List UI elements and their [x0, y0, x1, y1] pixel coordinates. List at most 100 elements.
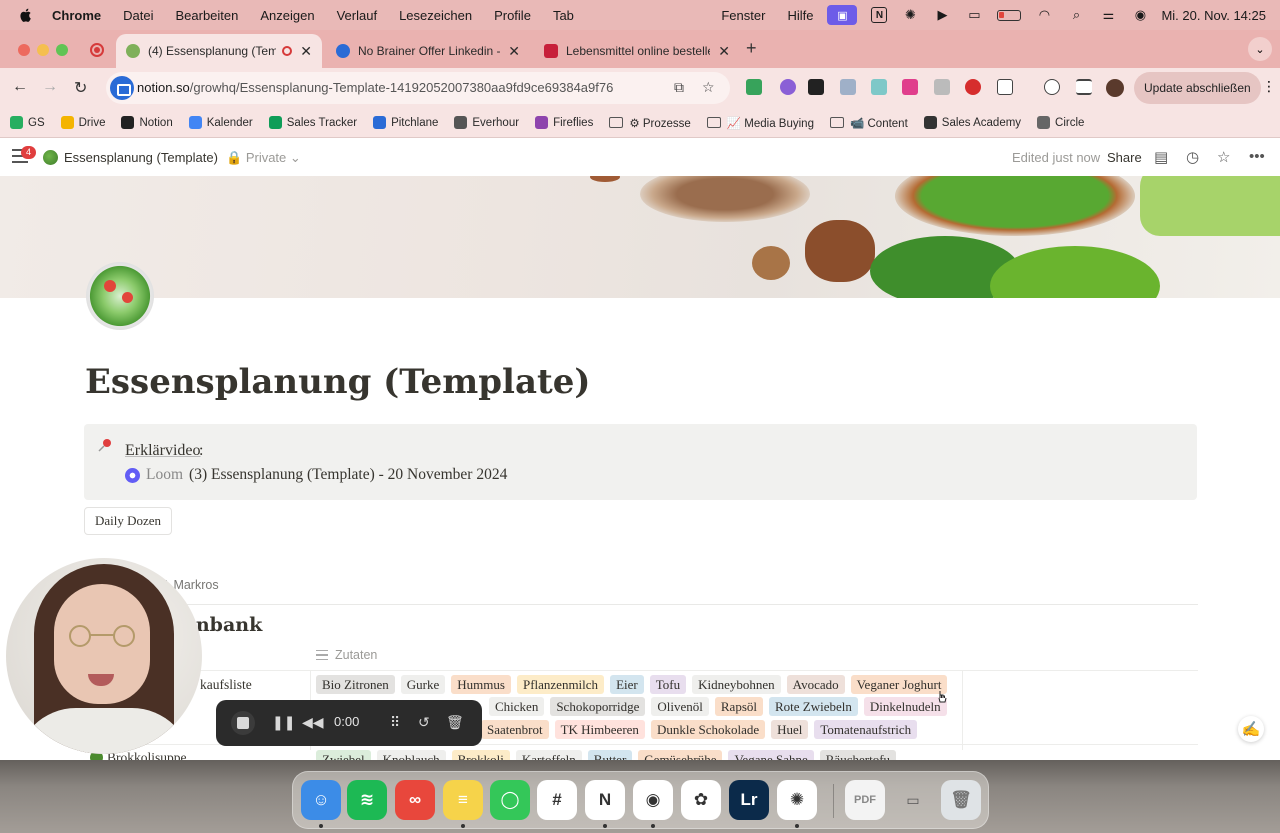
menu-verlauf[interactable]: Verlauf	[337, 8, 377, 23]
bookmark-9[interactable]: 📈 Media Buying	[706, 116, 814, 130]
window-minimize-button[interactable]	[37, 44, 49, 56]
menu-tab[interactable]: Tab	[553, 8, 574, 23]
menubar-clock[interactable]: Mi. 20. Nov. 14:25	[1161, 8, 1266, 23]
tab-close-icon[interactable]: ✕	[508, 43, 520, 60]
tab-close-icon[interactable]: ✕	[300, 43, 312, 60]
ingredient-tag[interactable]: Tofu	[649, 675, 687, 694]
ingredient-tag[interactable]: Veganer Joghurt	[850, 675, 948, 694]
control-center-icon[interactable]: ⚌	[1099, 7, 1117, 22]
screenshot-stack-icon[interactable]: ▭	[893, 780, 933, 820]
ingredient-tag[interactable]: Olivenöl	[651, 697, 709, 716]
extension-code-icon[interactable]	[840, 79, 856, 95]
favorite-star-icon[interactable]: ☆	[1217, 148, 1230, 166]
performance-icon[interactable]	[1044, 79, 1060, 95]
window-zoom-button[interactable]	[56, 44, 68, 56]
menu-profile[interactable]: Profile	[494, 8, 531, 23]
ingredient-tag[interactable]: Hummus	[451, 675, 511, 694]
ingredient-tag[interactable]: Pflanzenmilch	[516, 675, 605, 694]
wifi-icon[interactable]: ◠	[1035, 7, 1053, 22]
privacy-selector[interactable]: 🔒 Private ⌄	[226, 150, 301, 166]
drag-handle-icon[interactable]: ⠿	[390, 714, 400, 731]
extension-record-icon[interactable]	[965, 79, 981, 95]
ingredient-tag[interactable]: Bio Zitronen	[316, 675, 395, 694]
extensions-puzzle-icon[interactable]	[997, 79, 1013, 95]
bookmark-12[interactable]: Circle	[1037, 116, 1084, 129]
delete-trash-icon[interactable]: 🗑	[446, 714, 464, 731]
extension-camera-icon[interactable]	[934, 79, 950, 95]
ingredient-tag[interactable]: Eier	[610, 675, 644, 694]
column-header-zutaten[interactable]: Zutaten	[316, 648, 377, 662]
ingredient-tag[interactable]: Brokkoli	[451, 750, 510, 760]
loom-link[interactable]: Loom (3) Essensplanung (Template) - 20 N…	[125, 466, 507, 484]
chatgpt-dock-icon[interactable]: ✺	[777, 780, 817, 820]
ingredient-tag[interactable]: Knoblauch	[376, 750, 446, 760]
daily-dozen-button[interactable]: Daily Dozen	[84, 507, 173, 535]
screen-record-icon[interactable]: ▣	[827, 5, 858, 25]
tab-close-icon[interactable]: ✕	[718, 43, 730, 60]
webcam-bubble[interactable]	[6, 558, 202, 754]
slack-dock-icon[interactable]: #	[537, 780, 577, 820]
bookmark-star-icon[interactable]: ☆	[702, 79, 715, 96]
media-control-icon[interactable]	[1076, 79, 1092, 95]
bookmark-7[interactable]: Fireflies	[535, 116, 593, 129]
salad-page-emoji-icon[interactable]	[86, 262, 154, 330]
ingredient-tag[interactable]: Saatenbrot	[481, 720, 549, 739]
callout-title-link[interactable]: Erklärvideo	[125, 442, 201, 460]
display-icon[interactable]: ▭	[965, 7, 983, 22]
extension-teal-icon[interactable]	[871, 79, 887, 95]
menu-hilfe[interactable]: Hilfe	[787, 8, 813, 23]
extension-green-icon[interactable]	[746, 79, 762, 95]
menu-app-name[interactable]: Chrome	[52, 8, 101, 23]
menu-anzeigen[interactable]: Anzeigen	[260, 8, 314, 23]
messages-dock-icon[interactable]: ◯	[490, 780, 530, 820]
bookmark-8[interactable]: ⚙ Prozesse	[609, 116, 691, 130]
finder-dock-icon[interactable]: ☺	[301, 780, 341, 820]
bookmark-6[interactable]: Everhour	[454, 116, 519, 129]
openai-menubar-icon[interactable]: ✺	[901, 7, 919, 22]
ingredient-tag[interactable]: Chicken	[489, 697, 545, 716]
spotlight-search-icon[interactable]: ⌕	[1067, 7, 1085, 22]
profile-avatar[interactable]	[1106, 79, 1124, 97]
menu-bearbeiten[interactable]: Bearbeiten	[175, 8, 238, 23]
app-red-dock-icon[interactable]: ∞	[395, 780, 435, 820]
ingredient-tag[interactable]: Zwiebel	[316, 750, 371, 760]
spotify-dock-icon[interactable]: ≋	[347, 780, 387, 820]
lightroom-dock-icon[interactable]: Lr	[729, 780, 769, 820]
ingredient-tag[interactable]: TK Himbeeren	[554, 720, 645, 739]
pause-icon[interactable]: ❚❚	[272, 714, 295, 731]
back-arrow-icon[interactable]: ←	[12, 78, 28, 96]
ingredient-tag[interactable]: Vegane Sahne	[728, 750, 814, 760]
tab-search-chevron-icon[interactable]: ⌄	[1248, 37, 1272, 61]
menu-datei[interactable]: Datei	[123, 8, 153, 23]
ingredient-tag[interactable]: Rote Zwiebeln	[769, 697, 858, 716]
ingredient-tag[interactable]: Huel	[771, 720, 809, 739]
rewind-icon[interactable]: ◀◀	[302, 714, 324, 731]
comments-icon[interactable]: ▤	[1154, 148, 1168, 166]
extension-off-icon[interactable]	[902, 79, 918, 95]
chrome-menu-icon[interactable]: ⋮	[1262, 78, 1276, 95]
menu-lesezeichen[interactable]: Lesezeichen	[399, 8, 472, 23]
notion-ai-help-icon[interactable]: ✍	[1238, 716, 1264, 742]
ingredient-tag[interactable]: Tomatenaufstrich	[814, 720, 918, 739]
row-name-einkaufsliste[interactable]: kaufsliste	[200, 677, 252, 693]
page-heading[interactable]: Essensplanung (Template)	[85, 362, 590, 402]
notion-menubar-icon[interactable]: N	[871, 7, 888, 23]
stop-recording-button[interactable]	[231, 711, 255, 735]
site-info-icon[interactable]	[110, 76, 134, 100]
address-bar[interactable]: notion.so/growhq/Essensplanung-Template-…	[106, 72, 730, 104]
trash-icon[interactable]: 🗑	[941, 780, 981, 820]
extension-f-icon[interactable]	[808, 79, 824, 95]
breadcrumb-page-title[interactable]: Essensplanung (Template)	[64, 150, 218, 165]
restart-icon[interactable]: ↺	[418, 714, 430, 731]
menu-fenster[interactable]: Fenster	[721, 8, 765, 23]
ingredient-tag[interactable]: Gemüsebrühe	[638, 750, 723, 760]
open-in-app-icon[interactable]: ⧉	[674, 79, 684, 96]
photos-dock-icon[interactable]: ✿	[681, 780, 721, 820]
window-close-button[interactable]	[18, 44, 30, 56]
ingredient-tag[interactable]: Rapsöl	[714, 697, 763, 716]
play-icon[interactable]: ▶	[933, 7, 951, 22]
tab-no-brainer-offer[interactable]: No Brainer Offer Linkedin - V ✕	[326, 34, 530, 68]
notes-dock-icon[interactable]: ≡	[443, 780, 483, 820]
bookmark-10[interactable]: 📹 Content	[829, 116, 908, 130]
ingredient-tag[interactable]: Kidneybohnen	[692, 675, 781, 694]
